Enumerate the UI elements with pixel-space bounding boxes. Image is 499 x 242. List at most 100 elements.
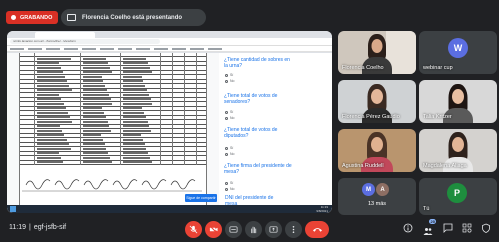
document-text-line xyxy=(37,156,61,159)
meeting-control-bar: 11:19 | egf-jsfb-sif 20 xyxy=(0,217,499,242)
form-question: ¿Tiene cantidad de sobres en la urna? xyxy=(224,57,290,69)
document-text-line xyxy=(37,125,61,127)
document-text-line xyxy=(123,120,148,123)
self-tile[interactable]: P Tú xyxy=(419,178,497,215)
participant-name: Talia Kritzer xyxy=(423,114,452,120)
captions-button[interactable] xyxy=(225,221,242,238)
participant-tile[interactable]: Florencia Pérez Gaudio xyxy=(338,80,416,123)
document-column-rule xyxy=(172,53,173,165)
participant-name: webinar cup xyxy=(423,65,453,71)
document-column-rule xyxy=(120,53,121,165)
document-text-line xyxy=(123,107,143,109)
document-column-rule xyxy=(196,53,197,165)
form-option[interactable]: No xyxy=(225,187,234,191)
document-text-line xyxy=(83,125,110,127)
document-text-line xyxy=(83,84,106,87)
meeting-time: 11:19 xyxy=(9,224,26,231)
form-question: ¿Tiene total de votos de senadores? xyxy=(224,93,278,105)
avatar: M xyxy=(362,183,375,196)
participant-tile[interactable]: Agustina Ruddell xyxy=(338,129,416,172)
document-text-line xyxy=(123,102,153,105)
document-text-line xyxy=(83,102,113,105)
document-text-line xyxy=(83,62,109,64)
chat-icon[interactable] xyxy=(443,223,453,233)
stop-sharing-tooltip[interactable]: Sigue de compartir xyxy=(185,194,217,202)
document-text-line xyxy=(83,156,110,159)
present-icon xyxy=(269,226,278,233)
document-text-line xyxy=(37,120,73,123)
present-button[interactable] xyxy=(265,221,282,238)
participant-tile[interactable]: Florencia Coelho xyxy=(338,31,416,74)
document-text-line xyxy=(83,129,112,132)
presenting-banner[interactable]: Florencia Coelho está presentando xyxy=(61,9,206,26)
end-call-button[interactable] xyxy=(305,221,329,238)
document-text-line xyxy=(37,98,62,100)
browser-address-bar[interactable]: ncinfo.lanacion.com.ar/.../forms/d/e/...… xyxy=(7,38,332,46)
document-text-line xyxy=(83,138,103,141)
form-question: ¿Tiene total de votos de diputados? xyxy=(224,127,278,139)
participant-name: Agustina Ruddell xyxy=(342,163,384,169)
people-count-badge: 20 xyxy=(429,219,437,224)
hand-icon xyxy=(251,226,257,234)
mic-toggle-button[interactable] xyxy=(185,221,202,238)
host-controls-icon[interactable] xyxy=(481,223,491,233)
document-text-line xyxy=(123,93,149,96)
form-option[interactable]: Sí xyxy=(225,181,233,185)
avatar: A xyxy=(376,183,389,196)
document-text-line xyxy=(37,161,63,163)
document-column-rule xyxy=(34,53,35,165)
document-text-line xyxy=(123,134,141,136)
document-text-line xyxy=(83,98,111,100)
people-button[interactable]: 20 xyxy=(423,219,437,235)
more-options-button[interactable] xyxy=(285,221,302,238)
participant-name: Tú xyxy=(423,206,430,212)
windows-taskbar: 11:19 9/8/2021 xyxy=(7,205,332,213)
document-text-line xyxy=(123,116,146,118)
document-text-line xyxy=(37,89,72,91)
document-text-line xyxy=(83,143,105,145)
document-text-line xyxy=(123,129,152,132)
avatar: W xyxy=(448,38,468,58)
form-option[interactable]: No xyxy=(225,79,234,83)
document-text-line xyxy=(37,66,61,69)
windows-start-icon[interactable] xyxy=(10,206,16,212)
document-text-line xyxy=(123,57,147,60)
participant-tile[interactable]: W webinar cup xyxy=(419,31,497,74)
document-text-line xyxy=(83,116,106,118)
browser-tab[interactable] xyxy=(35,32,95,38)
avatar: P xyxy=(447,183,467,203)
document-text-line xyxy=(37,138,67,141)
document-text-line xyxy=(123,62,149,64)
form-option[interactable]: Sí xyxy=(225,110,233,114)
form-option[interactable]: No xyxy=(225,152,234,156)
document-text-line xyxy=(123,138,143,141)
camera-off-icon xyxy=(209,225,218,234)
participant-tile[interactable]: Talia Kritzer xyxy=(419,80,497,123)
participant-tile[interactable]: Magdalena Aliaga xyxy=(419,129,497,172)
form-option[interactable]: Sí xyxy=(225,146,233,150)
document-text-line xyxy=(83,120,108,123)
meeting-info: 11:19 | egf-jsfb-sif xyxy=(9,224,67,231)
meet-window: GRABANDO Florencia Coelho está presentan… xyxy=(0,0,499,242)
form-option[interactable]: Sí xyxy=(225,73,233,77)
raise-hand-button[interactable] xyxy=(245,221,262,238)
participant-name: Magdalena Aliaga xyxy=(423,163,467,169)
browser-page: ¿Tiene cantidad de sobres en la urna? Sí… xyxy=(7,53,332,213)
form-option[interactable]: No xyxy=(225,116,234,120)
document-rule xyxy=(20,164,206,165)
document-text-line xyxy=(83,134,101,136)
document-column-rule xyxy=(184,53,185,165)
recording-label: GRABANDO xyxy=(20,14,53,21)
recording-dot-icon xyxy=(11,15,16,20)
activities-icon[interactable] xyxy=(462,223,472,233)
document-text-line xyxy=(123,156,150,159)
document-text-line xyxy=(37,102,64,105)
document-text-line xyxy=(83,107,103,109)
camera-toggle-button[interactable] xyxy=(205,221,222,238)
url-field[interactable]: ncinfo.lanacion.com.ar/.../forms/d/e/...… xyxy=(10,39,160,44)
document-text-line xyxy=(123,89,147,91)
document-text-line xyxy=(37,57,71,60)
more-participants-tile[interactable]: M A 13 más xyxy=(338,178,416,215)
info-icon[interactable] xyxy=(403,223,413,233)
document-text-line xyxy=(123,125,150,127)
